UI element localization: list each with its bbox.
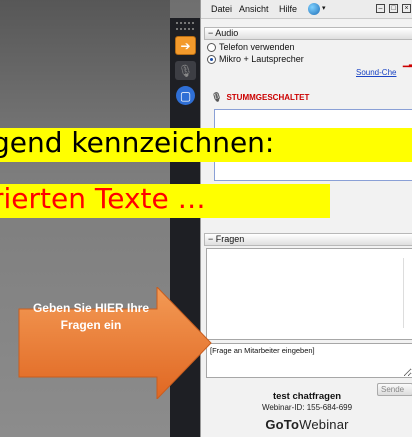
restore-icon[interactable]: □ [389,4,398,13]
webinar-id: Webinar-ID: 155-684-699 [261,403,353,412]
scrollbar[interactable] [403,258,412,328]
radio-mic-speaker-label: Mikro + Lautsprecher [219,54,304,64]
radio-phone[interactable]: Telefon verwenden [207,42,295,52]
question-input[interactable]: [Frage an Mitarbeiter eingeben] [206,343,412,378]
microphone-button[interactable]: 🎙 [175,61,196,80]
caption-line-1-text: gend kennzeichnen: [0,128,275,159]
questions-section-header[interactable]: − Fragen [204,233,412,246]
screen-button[interactable]: ▢ [176,86,195,105]
radio-phone-indicator [207,42,216,52]
caption-line-1: gend kennzeichnen: [0,128,412,162]
globe-help-icon[interactable] [308,3,320,15]
questions-section-title: Fragen [215,234,245,244]
menu-bar: Datei Ansicht Hilfe ▾ – □ × [201,0,412,19]
caption-line-2-text: rierten Texte … [0,184,206,215]
session-title: test chatfragen [272,391,342,402]
control-panel: Datei Ansicht Hilfe ▾ – □ × − Audio Tele… [200,0,412,437]
chevron-down-icon[interactable]: ▾ [322,4,326,12]
question-log[interactable] [206,248,412,340]
brand-bold: GoTo [265,417,300,432]
screen-icon: ▢ [179,88,192,103]
radio-mic-speaker-indicator [207,54,216,64]
share-screen-icon: ➔ [180,38,191,53]
menu-view[interactable]: Ansicht [239,4,269,14]
caption-line-2: rierten Texte … [0,184,330,218]
microphone-icon: 🎙 [177,63,194,78]
share-screen-button[interactable]: ➔ [175,36,196,55]
sound-check-link[interactable]: Sound-Che [356,68,396,77]
toolbar-grip-icon[interactable] [176,22,194,30]
microphone-muted-icon: 🎙 [211,92,223,102]
callout-text: Geben Sie HIER Ihre Fragen ein [32,301,150,332]
gotowebinar-logo: GoToWebinar [201,417,412,432]
brand-regular: Webinar [299,417,349,432]
menu-file[interactable]: Datei [211,4,232,14]
radio-phone-label: Telefon verwenden [219,42,295,52]
menu-help[interactable]: Hilfe [279,4,297,14]
mute-status[interactable]: 🎙 STUMMGESCHALTET [211,92,309,103]
sound-level-icon: ▁▂ [403,58,412,67]
audio-section-title: Audio [215,28,239,38]
radio-mic-speaker[interactable]: Mikro + Lautsprecher [207,54,304,64]
collapse-icon: − [208,234,216,244]
mute-status-label: STUMMGESCHALTET [226,93,310,102]
minimize-icon[interactable]: – [376,4,385,13]
close-icon[interactable]: × [402,4,411,13]
audio-section-header[interactable]: − Audio [204,27,412,40]
